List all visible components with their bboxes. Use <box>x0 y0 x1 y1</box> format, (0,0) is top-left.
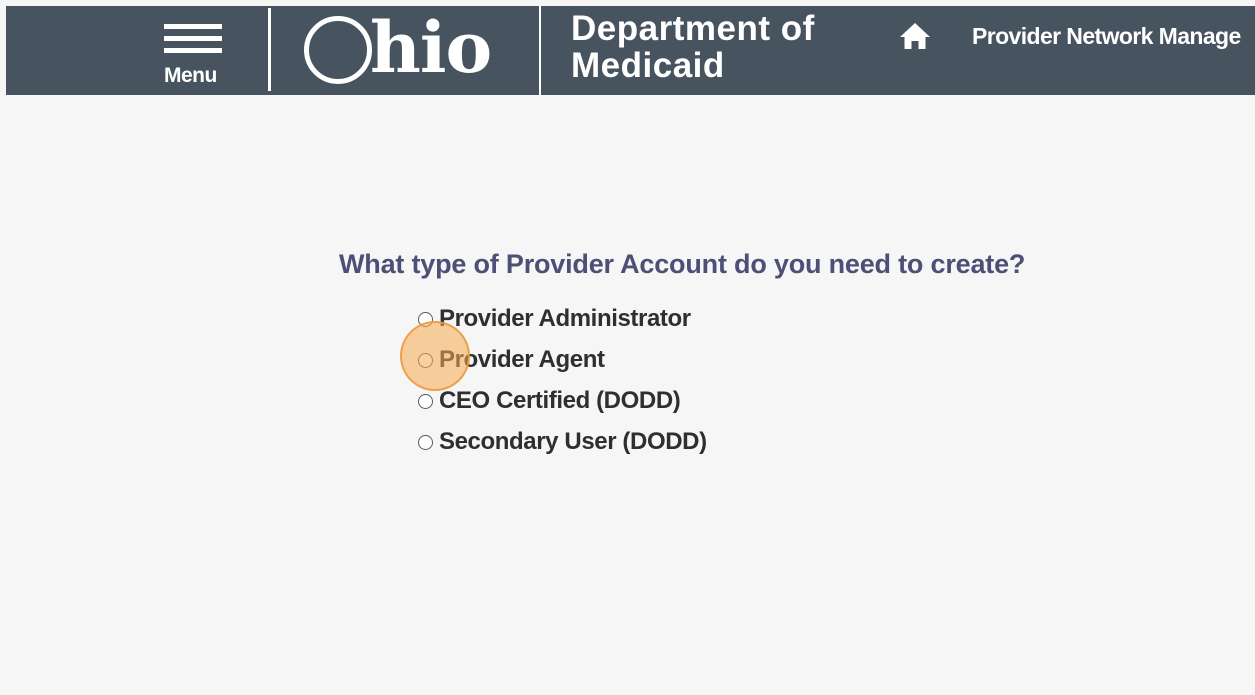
page: Menu hio Department of Medicaid Provider… <box>0 0 1255 695</box>
option-secondary-user-dodd[interactable]: Secondary User (DODD) <box>418 421 707 462</box>
provider-network-management-link[interactable]: Provider Network Manage <box>972 23 1241 50</box>
department-title-line1: Department of <box>571 9 815 48</box>
home-icon[interactable] <box>899 21 931 51</box>
ohio-logo-o-ring <box>304 16 372 84</box>
header-divider <box>268 8 271 91</box>
ohio-logo[interactable]: hio <box>304 6 492 92</box>
option-label: Secondary User (DODD) <box>439 427 707 455</box>
option-label: Provider Administrator <box>439 304 691 332</box>
ohio-logo-text: hio <box>370 6 492 89</box>
option-label: CEO Certified (DODD) <box>439 386 681 414</box>
option-provider-agent[interactable]: Provider Agent <box>418 339 707 380</box>
department-title: Department of Medicaid <box>571 10 815 84</box>
account-type-question: What type of Provider Account do you nee… <box>339 249 1026 279</box>
site-header: Menu hio Department of Medicaid Provider… <box>6 6 1255 95</box>
option-label: Provider Agent <box>439 345 605 373</box>
radio-button-icon[interactable] <box>418 353 433 368</box>
radio-button-icon[interactable] <box>418 394 433 409</box>
option-ceo-certified-dodd[interactable]: CEO Certified (DODD) <box>418 380 707 421</box>
menu-button[interactable]: Menu <box>156 18 234 90</box>
header-divider <box>539 6 541 95</box>
radio-button-icon[interactable] <box>418 312 433 327</box>
department-title-line2: Medicaid <box>571 46 725 85</box>
option-provider-administrator[interactable]: Provider Administrator <box>418 298 707 339</box>
hamburger-menu-icon <box>164 24 222 60</box>
radio-button-icon[interactable] <box>418 435 433 450</box>
menu-label: Menu <box>164 64 217 87</box>
account-type-options: Provider Administrator Provider Agent CE… <box>418 298 707 462</box>
